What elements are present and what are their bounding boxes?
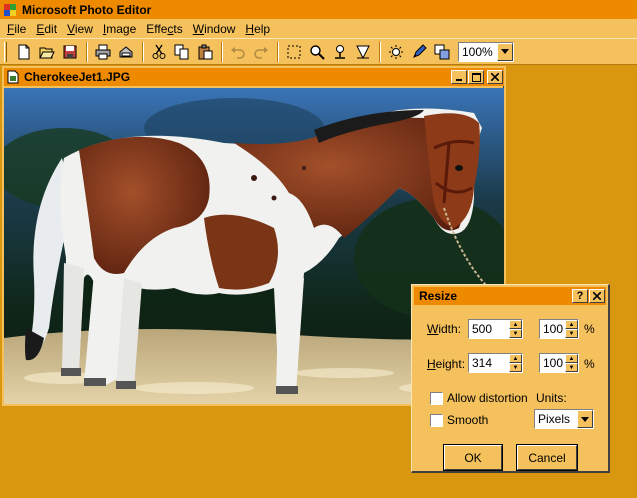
spin-up-icon[interactable]: ▲ [509,354,522,363]
cancel-button[interactable]: Cancel [517,445,577,470]
spin-down-icon[interactable]: ▼ [565,363,578,372]
redo-icon[interactable] [250,41,272,63]
save-icon[interactable] [59,41,81,63]
zoom-select[interactable]: 100% [458,41,514,62]
open-icon[interactable] [36,41,58,63]
paste-icon[interactable] [194,41,216,63]
close-icon[interactable] [487,70,503,84]
cut-icon[interactable] [148,41,170,63]
units-label: Units: [536,391,567,405]
print-icon[interactable] [92,41,114,63]
toolbar-grip[interactable] [4,41,7,62]
transparency-icon[interactable] [352,41,374,63]
dialog-title: Resize [419,289,458,303]
allow-distortion-label: Allow distortion [447,391,528,405]
scan-icon[interactable] [115,41,137,63]
minimize-icon[interactable] [451,70,467,84]
ok-button[interactable]: OK [444,445,502,470]
close-icon[interactable] [589,289,605,303]
smooth-checkbox[interactable] [430,414,443,427]
units-select[interactable]: Pixels [534,409,594,429]
spin-down-icon[interactable]: ▼ [509,363,522,372]
height-field[interactable]: 314 ▲ ▼ [468,353,523,373]
menu-help[interactable]: Help [240,20,275,38]
toolbar: 100% [0,38,637,65]
menu-image[interactable]: Image [98,20,141,38]
select-icon[interactable] [283,41,305,63]
toolbar-separator [86,41,88,62]
dialog-title-bar[interactable]: Resize ? [414,287,606,305]
menu-view[interactable]: View [62,20,98,38]
resize-dialog: Resize ? Width: 500 ▲ ▼ 100 ▲ ▼ % Height: … [411,284,610,473]
resize-icon[interactable] [431,41,453,63]
spin-down-icon[interactable]: ▼ [509,329,522,338]
sharpen-icon[interactable] [385,41,407,63]
toolbar-separator [142,41,144,62]
percent-sign: % [584,322,595,336]
percent-sign: % [584,357,595,371]
spin-down-icon[interactable]: ▼ [565,329,578,338]
new-icon[interactable] [13,41,35,63]
maximize-icon[interactable] [468,70,484,84]
image-document-icon [6,70,20,84]
help-icon[interactable]: ? [572,289,588,303]
copy-icon[interactable] [171,41,193,63]
zoom-icon[interactable] [306,41,328,63]
menu-bar: File Edit View Image Effects Window Help [0,19,637,38]
photo-editor-app-icon [3,3,17,17]
spin-up-icon[interactable]: ▲ [565,354,578,363]
toolbar-separator [277,41,279,62]
height-label: Height: [427,357,466,371]
app-title-bar: Microsoft Photo Editor [0,0,637,19]
menu-window[interactable]: Window [188,20,241,38]
chevron-down-icon[interactable] [497,42,513,61]
menu-file[interactable]: File [2,20,31,38]
menu-effects[interactable]: Effects [141,20,187,38]
height-percent-field[interactable]: 100 ▲ ▼ [539,353,579,373]
spin-up-icon[interactable]: ▲ [509,320,522,329]
width-percent-field[interactable]: 100 ▲ ▼ [539,319,579,339]
smudge-icon[interactable] [329,41,351,63]
chevron-down-icon[interactable] [577,410,593,428]
smooth-label: Smooth [447,413,489,427]
toolbar-separator [221,41,223,62]
units-value: Pixels [538,412,571,426]
menu-edit[interactable]: Edit [31,20,62,38]
document-title-bar[interactable]: CherokeeJet1.JPG [4,68,504,86]
zoom-value: 100% [462,44,493,59]
document-title: CherokeeJet1.JPG [24,70,131,84]
toolbar-separator [379,41,381,62]
undo-icon[interactable] [227,41,249,63]
width-label: Width: [427,322,462,336]
pen-icon[interactable] [408,41,430,63]
width-field[interactable]: 500 ▲ ▼ [468,319,523,339]
allow-distortion-checkbox[interactable] [430,392,443,405]
spin-up-icon[interactable]: ▲ [565,320,578,329]
app-title: Microsoft Photo Editor [22,2,152,17]
